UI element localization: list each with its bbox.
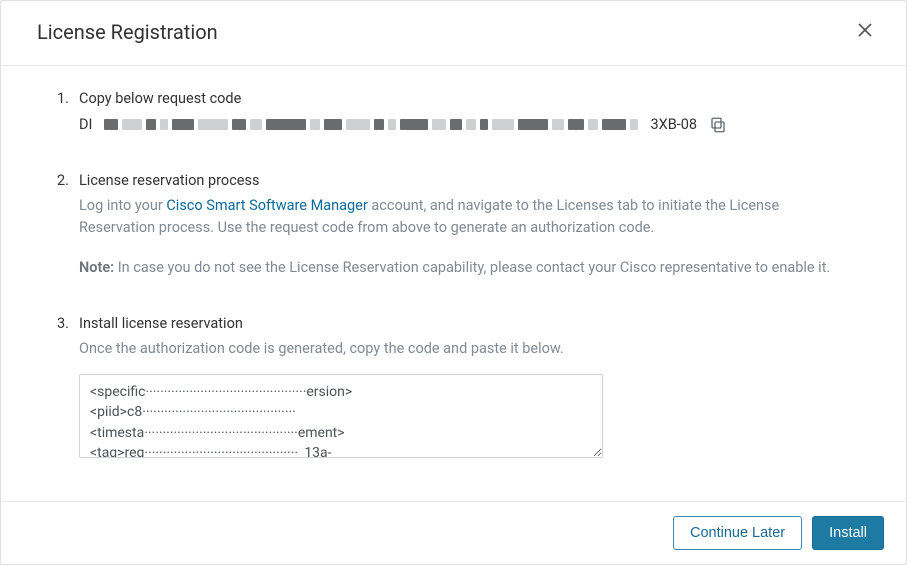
- continue-later-button[interactable]: Continue Later: [673, 516, 802, 550]
- license-registration-modal: License Registration 1. Copy below reque…: [0, 0, 907, 565]
- step-1: 1. Copy below request code DI 3XB-08: [57, 88, 850, 136]
- step-2-number: 2.: [57, 170, 79, 279]
- step-3: 3. Install license reservation Once the …: [57, 313, 850, 465]
- step-2-desc-before: Log into your: [79, 197, 166, 214]
- authorization-code-textarea[interactable]: [79, 374, 603, 458]
- modal-body: 1. Copy below request code DI 3XB-08: [1, 66, 906, 501]
- modal-header: License Registration: [1, 1, 906, 66]
- close-icon: [856, 21, 874, 39]
- modal-title: License Registration: [37, 20, 218, 44]
- install-button[interactable]: Install: [812, 516, 884, 550]
- request-code-prefix: DI: [79, 114, 92, 136]
- step-1-title: Copy below request code: [79, 88, 850, 110]
- step-1-content: Copy below request code DI 3XB-08: [79, 88, 850, 136]
- step-3-number: 3.: [57, 313, 79, 465]
- step-2-title: License reservation process: [79, 170, 850, 192]
- note-label: Note:: [79, 259, 114, 276]
- request-code-redacted: [104, 119, 638, 130]
- step-3-title: Install license reservation: [79, 313, 850, 335]
- request-code-suffix: 3XB-08: [650, 114, 697, 136]
- step-3-content: Install license reservation Once the aut…: [79, 313, 850, 465]
- step-2-note: Note: In case you do not see the License…: [79, 257, 850, 279]
- modal-footer: Continue Later Install: [1, 501, 906, 564]
- close-button[interactable]: [852, 17, 878, 47]
- request-code-row: DI 3XB-08: [79, 114, 850, 136]
- copy-icon[interactable]: [709, 116, 727, 134]
- step-2: 2. License reservation process Log into …: [57, 170, 850, 279]
- cisco-smart-software-manager-link[interactable]: Cisco Smart Software Manager: [166, 197, 367, 214]
- step-2-description: Log into your Cisco Smart Software Manag…: [79, 195, 850, 239]
- step-2-content: License reservation process Log into you…: [79, 170, 850, 279]
- note-text: In case you do not see the License Reser…: [114, 259, 830, 276]
- step-3-description: Once the authorization code is generated…: [79, 338, 850, 360]
- step-1-number: 1.: [57, 88, 79, 136]
